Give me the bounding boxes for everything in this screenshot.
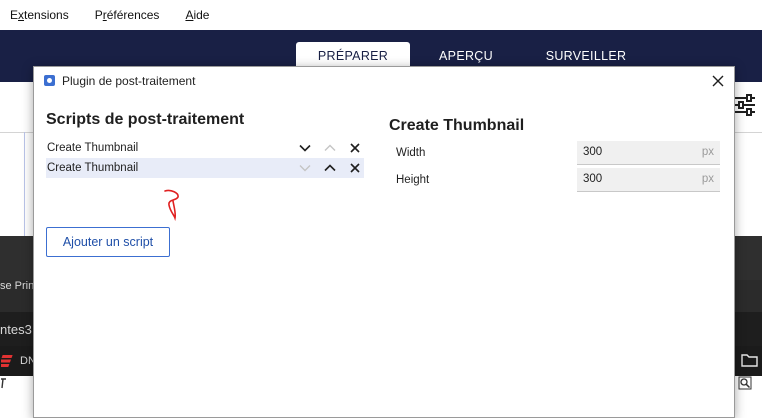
dialog-titlebar: Plugin de post-traitement	[34, 67, 734, 95]
settings-sliders-icon[interactable]	[734, 94, 756, 116]
post-processing-dialog: Plugin de post-traitement Scripts de pos…	[33, 66, 735, 418]
width-value: 300	[583, 146, 603, 158]
move-down-icon[interactable]	[298, 141, 312, 155]
script-list-item-selected[interactable]: Create Thumbnail	[46, 158, 364, 178]
height-input[interactable]: 300 px	[577, 168, 720, 192]
app-logo-icon	[44, 75, 55, 86]
script-list-item[interactable]: Create Thumbnail	[46, 138, 364, 158]
background-text-printer: se Prin	[0, 280, 35, 292]
menu-preferences[interactable]: Préférences	[95, 8, 160, 22]
folder-icon[interactable]	[741, 353, 758, 367]
script-settings-column: Create Thumbnail Width 300 px Height 300…	[389, 117, 724, 195]
move-down-icon[interactable]	[298, 161, 312, 175]
panel-edge-line	[24, 132, 25, 236]
width-input[interactable]: 300 px	[577, 141, 720, 165]
menu-aide[interactable]: Aide	[185, 8, 209, 22]
script-row-actions	[298, 141, 362, 155]
script-label: Create Thumbnail	[47, 142, 139, 154]
setting-width-label: Width	[396, 147, 426, 159]
script-label: Create Thumbnail	[47, 162, 139, 174]
move-up-icon[interactable]	[323, 141, 337, 155]
close-icon[interactable]	[710, 73, 726, 89]
menu-bar: Extensions Préférences Aide	[0, 0, 762, 30]
remove-icon[interactable]	[348, 141, 362, 155]
background-text-file: ntes3	[0, 322, 32, 337]
menu-extensions-post: tensions	[24, 8, 69, 22]
brand-logo-icon	[1, 355, 13, 367]
menu-aide-post: ide	[193, 8, 210, 22]
red-annotation-mark	[164, 189, 179, 221]
setting-height-row: Height 300 px	[389, 168, 724, 195]
dialog-title: Plugin de post-traitement	[62, 74, 196, 88]
scripts-column: Scripts de post-traitement Create Thumbn…	[46, 111, 366, 257]
add-script-button[interactable]: Ajouter un script	[46, 227, 170, 257]
menu-preferences-post: éférences	[106, 8, 160, 22]
settings-title: Create Thumbnail	[389, 117, 525, 134]
cursor-mark-icon	[1, 378, 6, 389]
width-unit: px	[701, 146, 714, 158]
script-row-actions	[298, 161, 362, 175]
menu-extensions-pre: E	[10, 8, 19, 22]
setting-width-row: Width 300 px	[389, 141, 724, 168]
menu-preferences-pre: P	[94, 8, 103, 22]
height-value: 300	[583, 173, 603, 185]
height-unit: px	[701, 173, 714, 185]
setting-height-label: Height	[396, 174, 430, 186]
remove-icon[interactable]	[348, 161, 362, 175]
move-up-icon[interactable]	[323, 161, 337, 175]
zoom-search-icon[interactable]	[738, 376, 752, 390]
scripts-section-title: Scripts de post-traitement	[46, 111, 245, 128]
menu-extensions[interactable]: Extensions	[10, 8, 69, 22]
